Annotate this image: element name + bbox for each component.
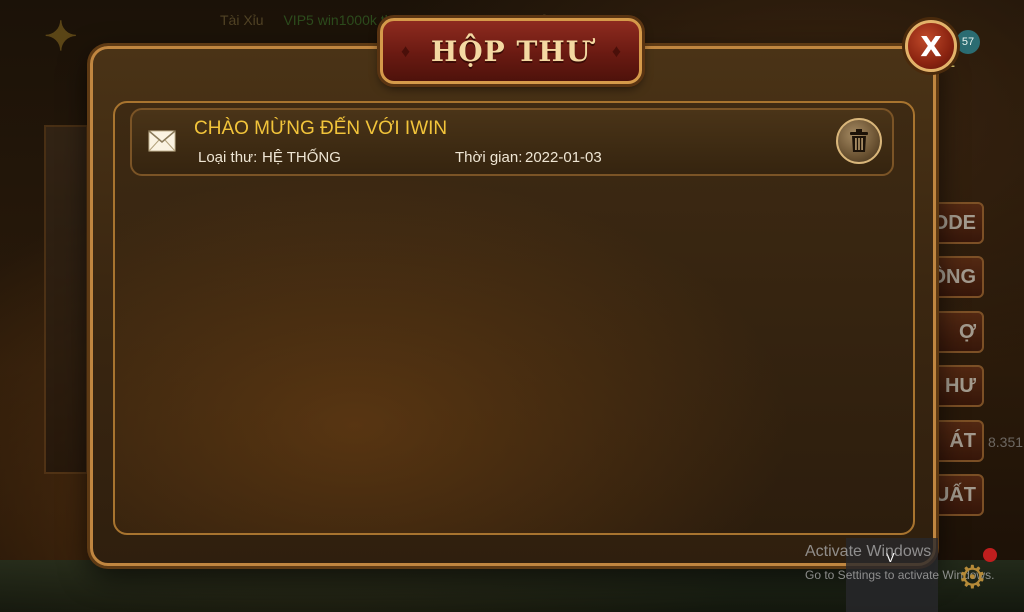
trash-icon: [850, 129, 868, 152]
left-side-panel: [44, 125, 88, 474]
close-button[interactable]: X: [905, 20, 957, 72]
gear-icon[interactable]: ⚙: [958, 558, 994, 595]
delete-button[interactable]: [836, 118, 882, 164]
balance-value: 8.351: [988, 434, 1024, 450]
mail-type-value: HỆ THỐNG: [262, 149, 341, 166]
dialog-title-plate: ♦ HỘP THƯ ♦: [380, 18, 642, 84]
mail-time-value: 2022-01-03: [525, 149, 602, 166]
envelope-icon: [148, 130, 176, 152]
mail-time-label: Thời gian:: [455, 149, 523, 166]
mail-subject: CHÀO MỪNG ĐẾN VỚI IWIN: [194, 118, 448, 139]
notification-dot: [983, 548, 997, 562]
mail-type-label: Loại thư:: [198, 149, 258, 166]
mail-item[interactable]: CHÀO MỪNG ĐẾN VỚI IWIN Loại thư: HỆ THỐN…: [130, 108, 894, 176]
dialog-title: HỘP THƯ: [430, 34, 592, 68]
spade-icon: ♦: [401, 41, 411, 61]
spade-icon: ♦: [611, 41, 621, 61]
activate-windows-title: Activate Windows: [805, 543, 932, 560]
